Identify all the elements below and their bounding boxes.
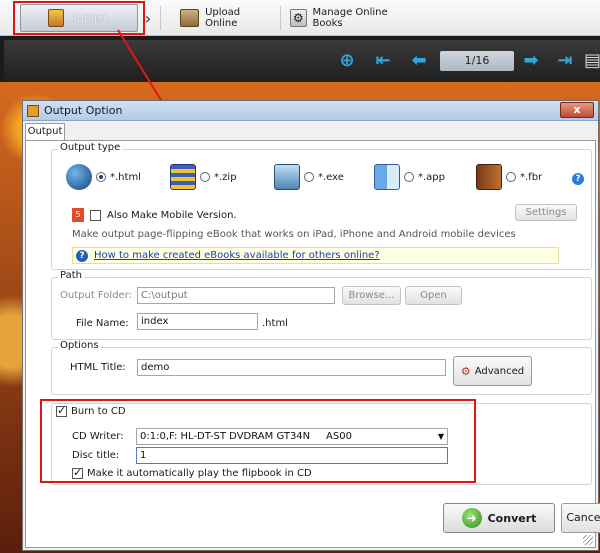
browse-button[interactable]: Browse...	[342, 286, 401, 305]
open-button[interactable]: Open	[405, 286, 462, 305]
format-zip-radio[interactable]	[200, 172, 210, 182]
output-option-dialog: Output Option x Output Output type *.htm…	[22, 100, 600, 551]
output-folder-label: Output Folder:	[60, 290, 133, 301]
cancel-button[interactable]: Cancel	[561, 503, 600, 533]
advanced-button[interactable]: ⚙ Advanced	[453, 356, 532, 386]
output-type-group: Output type *.html *.zip *.exe *.app *.f…	[51, 142, 592, 270]
file-name-field[interactable]: index	[137, 313, 258, 330]
file-extension: .html	[262, 318, 288, 329]
output-tab-panel: Output type *.html *.zip *.exe *.app *.f…	[25, 140, 596, 548]
path-title: Path	[58, 270, 84, 281]
format-app-label: *.app	[418, 171, 446, 183]
output-folder-field[interactable]: C:\output	[137, 287, 335, 304]
mobile-note: Make output page-flipping eBook that wor…	[72, 229, 516, 240]
mobile-version-label: Also Make Mobile Version.	[107, 209, 237, 221]
zip-archive-icon	[170, 164, 196, 190]
dialog-title-bar[interactable]: Output Option x	[23, 101, 598, 121]
advanced-label: Advanced	[474, 365, 525, 377]
book-icon	[476, 164, 502, 190]
path-group: Path Output Folder: C:\output Browse... …	[51, 270, 592, 340]
help-link[interactable]: How to make created eBooks available for…	[94, 250, 380, 261]
format-zip-label: *.zip	[214, 171, 237, 183]
burn-to-cd-highlight-box	[40, 399, 476, 483]
globe-icon	[66, 164, 92, 190]
help-icon[interactable]: ?	[572, 173, 584, 185]
format-app-radio[interactable]	[404, 172, 414, 182]
app-icon	[27, 104, 39, 117]
convert-label: Convert	[487, 511, 537, 525]
info-icon: ?	[76, 249, 88, 262]
close-icon: x	[573, 103, 581, 116]
format-html-radio[interactable]	[96, 172, 106, 182]
format-exe-radio[interactable]	[304, 172, 314, 182]
format-zip-option[interactable]: *.zip	[170, 164, 237, 190]
output-type-title: Output type	[58, 142, 123, 153]
html5-icon: 5	[72, 208, 84, 222]
mobile-version-checkbox[interactable]	[90, 209, 101, 221]
format-fbr-label: *.fbr	[520, 171, 543, 183]
computer-icon	[274, 164, 300, 190]
format-fbr-radio[interactable]	[506, 172, 516, 182]
mobile-version-row: 5 Also Make Mobile Version.	[72, 208, 237, 222]
format-app-option[interactable]: *.app	[374, 164, 445, 190]
tab-output[interactable]: Output	[25, 123, 65, 141]
convert-button[interactable]: ➜ Convert	[443, 503, 555, 533]
help-link-box: ? How to make created eBooks available f…	[72, 247, 559, 264]
options-group: Options HTML Title: demo ⚙ Advanced	[51, 340, 592, 395]
file-name-label: File Name:	[76, 318, 129, 329]
format-fbr-option[interactable]: *.fbr	[476, 164, 542, 190]
format-html-option[interactable]: *.html	[66, 164, 141, 190]
format-exe-option[interactable]: *.exe	[274, 164, 344, 190]
mac-finder-icon	[374, 164, 400, 190]
settings-button[interactable]: Settings	[515, 204, 577, 221]
close-button[interactable]: x	[560, 102, 594, 118]
advanced-settings-icon: ⚙	[460, 364, 471, 378]
resize-grip[interactable]	[583, 535, 593, 545]
html-title-label: HTML Title:	[70, 362, 126, 373]
arrow-right-icon: ➜	[461, 508, 482, 528]
format-exe-label: *.exe	[318, 171, 344, 183]
html-title-field[interactable]: demo	[137, 359, 446, 376]
options-title: Options	[58, 340, 101, 351]
format-html-label: *.html	[110, 171, 141, 183]
dialog-title: Output Option	[44, 104, 123, 117]
